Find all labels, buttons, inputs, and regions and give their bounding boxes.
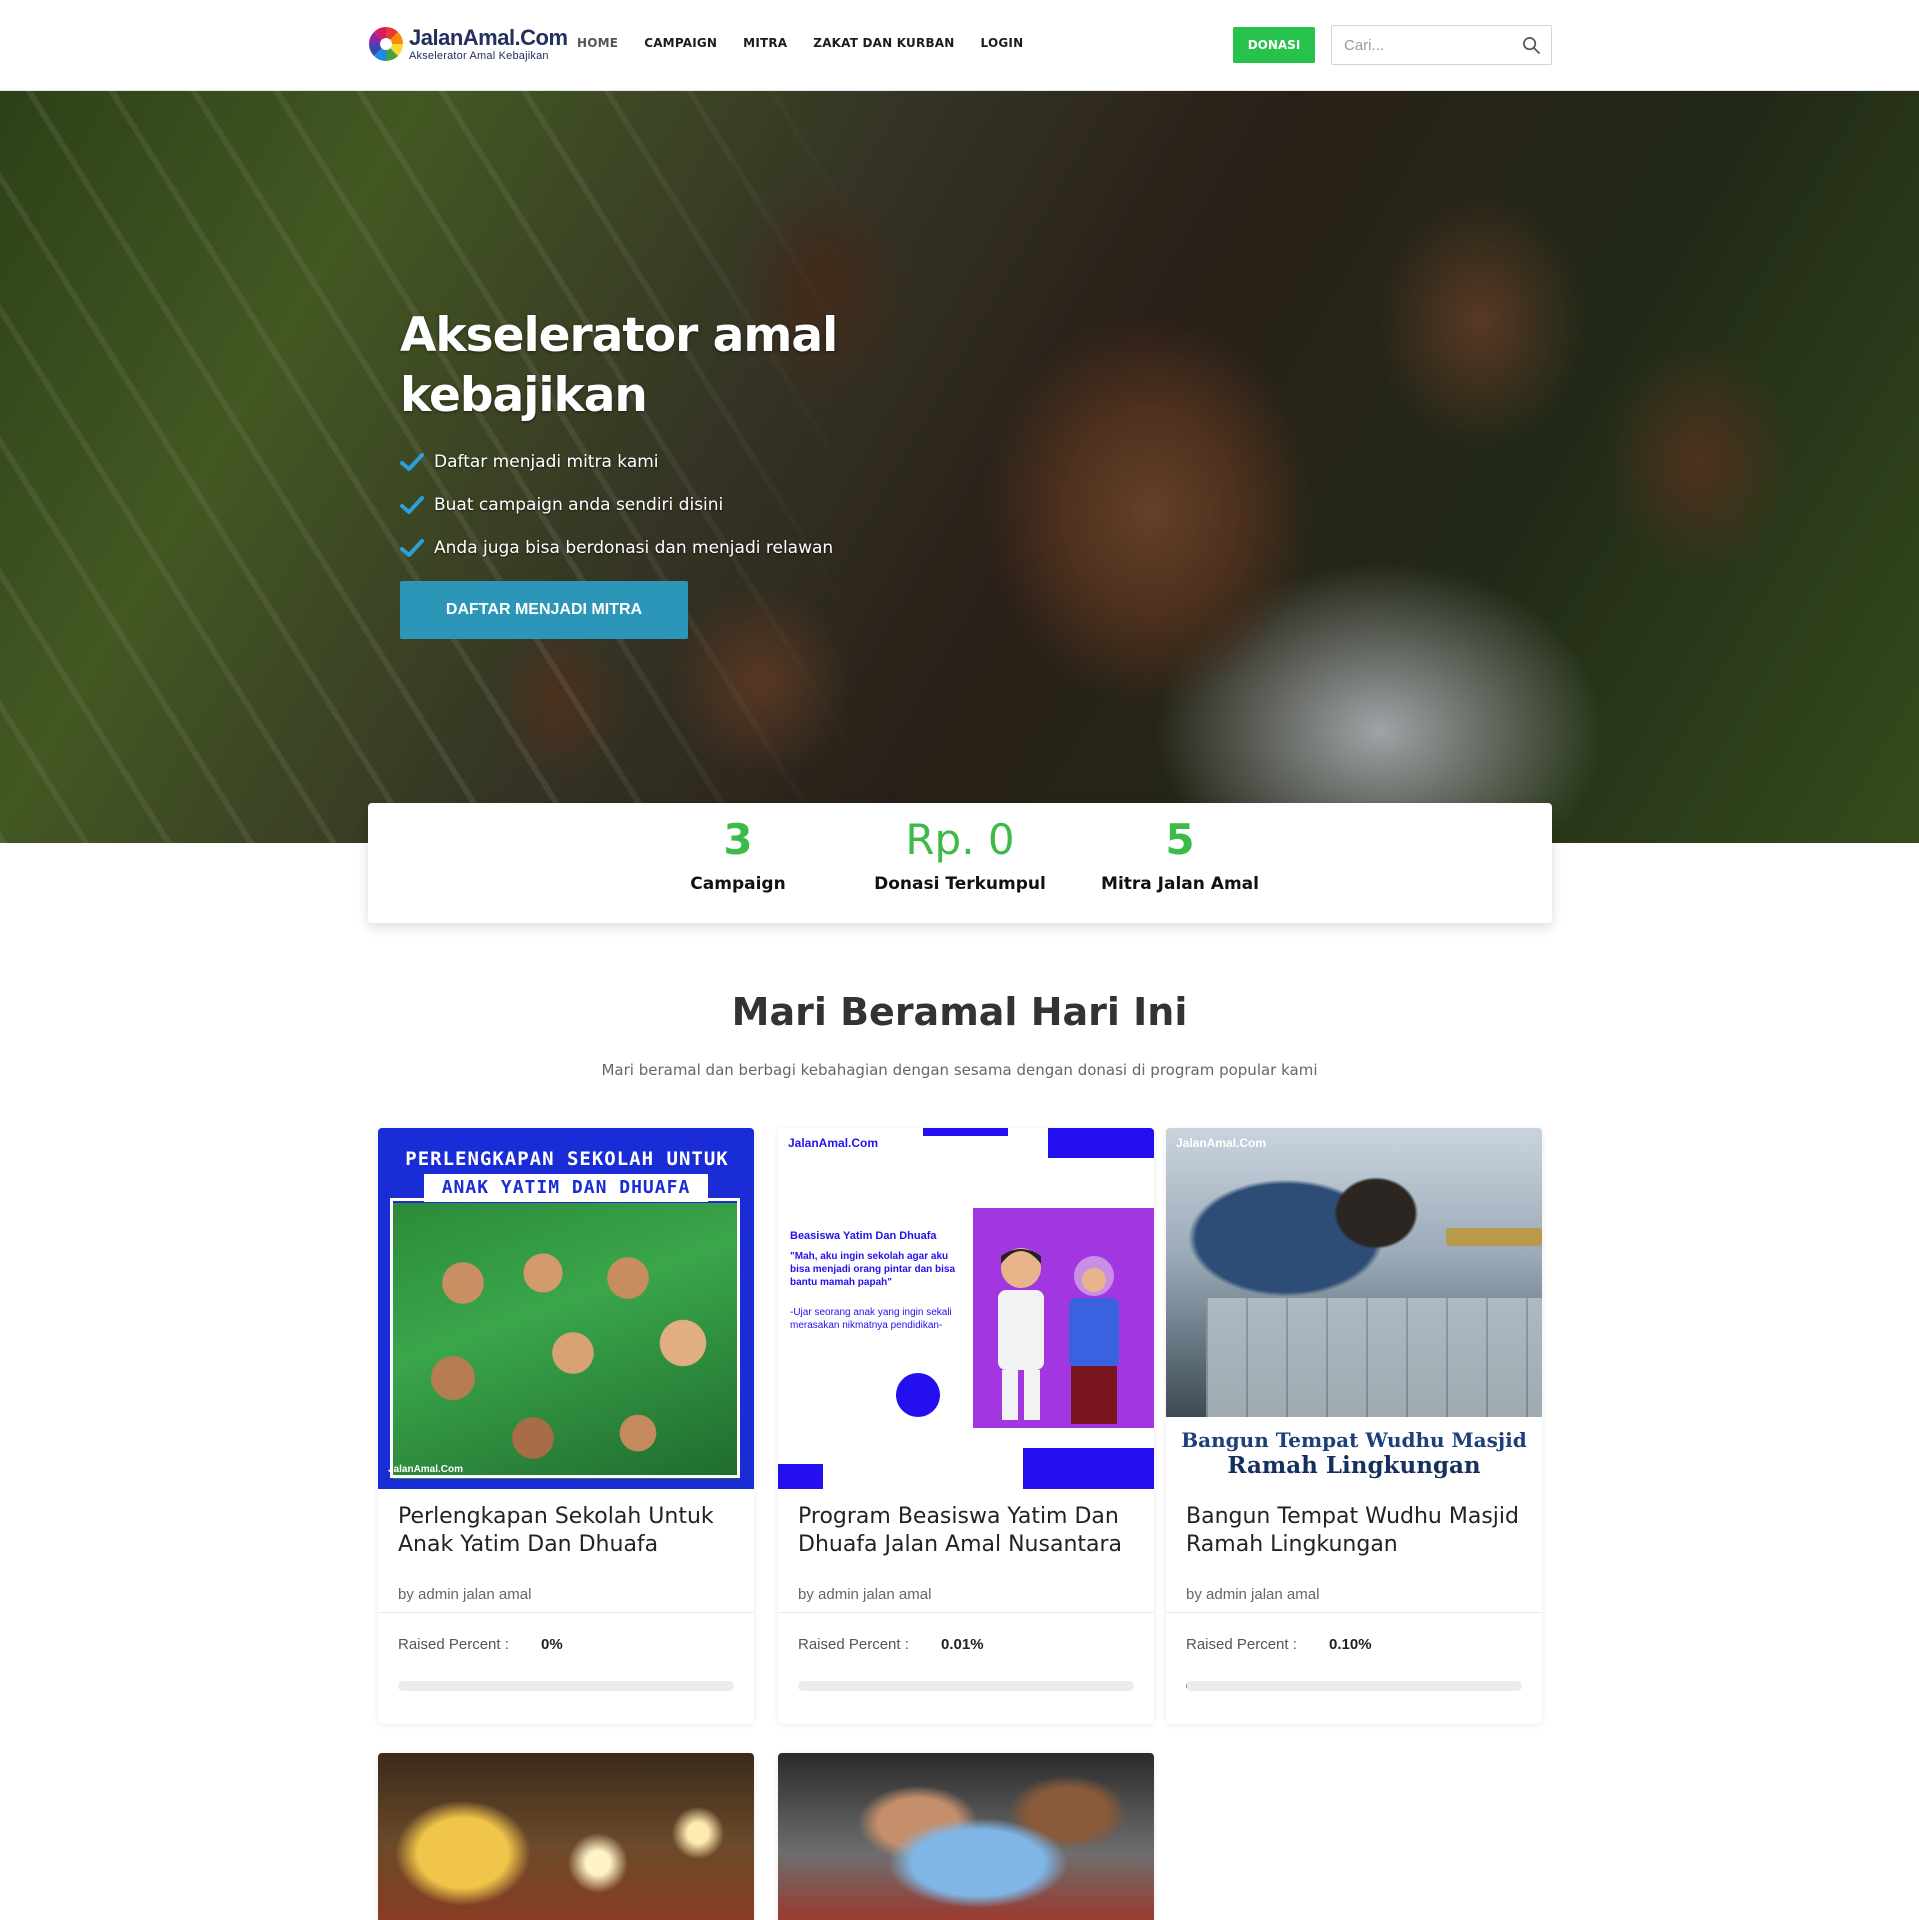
navbar: JalanAmal.Com Akselerator Amal Kebajikan… (0, 0, 1919, 91)
search-box (1331, 25, 1552, 65)
decor-block (1048, 1128, 1154, 1158)
search-icon[interactable] (1522, 36, 1541, 55)
decor-block (1023, 1448, 1154, 1489)
hero-feature-text: Buat campaign anda sendiri disini (434, 494, 724, 515)
campaign-image[interactable]: JalanAmal.Com Beasiswa Yatim Dan Dhuafa … (778, 1128, 1154, 1489)
raised-value: 0.01% (941, 1636, 984, 1653)
money-handover-image[interactable] (778, 1753, 1154, 1920)
raised-label: Raised Percent : (798, 1636, 909, 1653)
campaign-card[interactable]: JalanAmal.Com Bangun Tempat Wudhu Masjid… (1166, 1128, 1542, 1724)
hero-feature-text: Anda juga bisa berdonasi dan menjadi rel… (434, 537, 834, 558)
stat-value: 3 (723, 815, 753, 864)
brand-tagline: Akselerator Amal Kebajikan (409, 49, 549, 62)
stat-donations-collected: Rp. 0 Donasi Terkumpul (850, 815, 1070, 894)
main-nav: HOME CAMPAIGN MITRA ZAKAT DAN KURBAN LOG… (577, 36, 1023, 50)
raised-progress-bar (798, 1681, 1134, 1691)
raised-value: 0.10% (1329, 1636, 1372, 1653)
hero-content: Akselerator amal kebajikan Daftar menjad… (400, 306, 920, 639)
campaign-card[interactable] (378, 1753, 754, 1920)
image-heading: Beasiswa Yatim Dan Dhuafa (790, 1230, 937, 1242)
campaign-card[interactable]: PERLENGKAPAN SEKOLAH UNTUK ANAK YATIM DA… (378, 1128, 754, 1724)
campaign-author: by admin jalan amal (398, 1586, 532, 1603)
mosque-lights-image[interactable] (378, 1753, 754, 1920)
pinwheel-logo-icon (369, 27, 403, 61)
nav-item-home[interactable]: HOME (577, 36, 618, 50)
stat-label: Donasi Terkumpul (874, 874, 1046, 894)
nav-item-campaign[interactable]: CAMPAIGN (644, 36, 717, 50)
decor-block (923, 1128, 1008, 1136)
raised-label: Raised Percent : (398, 1636, 509, 1653)
image-banner-line2: ANAK YATIM DAN DHUAFA (424, 1174, 708, 1202)
section-title: Mari Beramal Hari Ini (731, 990, 1188, 1034)
campaign-author: by admin jalan amal (1186, 1586, 1320, 1603)
nav-item-login[interactable]: LOGIN (981, 36, 1024, 50)
donate-button[interactable]: DONASI (1233, 27, 1315, 63)
campaign-card[interactable] (778, 1753, 1154, 1920)
divider (1166, 1612, 1542, 1613)
image-caption-line1: Bangun Tempat Wudhu Masjid (1181, 1428, 1527, 1452)
stat-value: 5 (1165, 815, 1195, 864)
campaign-image[interactable]: JalanAmal.Com Bangun Tempat Wudhu Masjid… (1166, 1128, 1542, 1489)
image-quote: "Mah, aku ingin sekolah agar aku bisa me… (790, 1251, 956, 1288)
hero-feature-list: Daftar menjadi mitra kami Buat campaign … (400, 440, 920, 569)
register-partner-button[interactable]: DAFTAR MENJADI MITRA (400, 581, 688, 639)
image-caption-line2: Ramah Lingkungan (1227, 1452, 1481, 1479)
stats-card: 3 Campaign Rp. 0 Donasi Terkumpul 5 Mitr… (368, 803, 1552, 923)
decor-circle (896, 1373, 940, 1417)
campaign-title[interactable]: Bangun Tempat Wudhu Masjid Ramah Lingkun… (1186, 1503, 1526, 1559)
nav-item-zakat-dan-kurban[interactable]: ZAKAT DAN KURBAN (813, 36, 954, 50)
raised-value: 0% (541, 1636, 563, 1653)
image-watermark-logo: JalanAmal.Com (788, 1136, 879, 1150)
check-icon (400, 495, 424, 514)
stat-partners: 5 Mitra Jalan Amal (1070, 815, 1290, 894)
campaign-card[interactable]: JalanAmal.Com Beasiswa Yatim Dan Dhuafa … (778, 1128, 1154, 1724)
hero-banner: Akselerator amal kebajikan Daftar menjad… (0, 91, 1919, 843)
hero-feature-item: Anda juga bisa berdonasi dan menjadi rel… (400, 526, 920, 569)
image-footer: -Ujar seorang anak yang ingin sekali mer… (790, 1307, 952, 1331)
section-subtitle: Mari beramal dan berbagi kebahagian deng… (601, 1061, 1318, 1079)
raised-progress-bar (1186, 1681, 1522, 1691)
check-icon (400, 538, 424, 557)
stat-label: Mitra Jalan Amal (1101, 874, 1259, 894)
raised-label: Raised Percent : (1186, 1636, 1297, 1653)
brand-text: JalanAmal.Com Akselerator Amal Kebajikan (409, 24, 568, 62)
hero-feature-item: Buat campaign anda sendiri disini (400, 483, 920, 526)
image-banner-line1: PERLENGKAPAN SEKOLAH UNTUK (405, 1148, 729, 1170)
raised-progress-bar (398, 1681, 734, 1691)
photo-tiles (1206, 1298, 1542, 1417)
search-input[interactable] (1344, 34, 1514, 56)
divider (778, 1612, 1154, 1613)
photo-tap (1446, 1228, 1542, 1246)
decor-block (778, 1464, 823, 1489)
check-icon (400, 452, 424, 471)
hero-feature-text: Daftar menjadi mitra kami (434, 451, 659, 472)
brand-name: JalanAmal.Com (409, 24, 568, 50)
image-frame (390, 1198, 740, 1478)
nav-item-mitra[interactable]: MITRA (743, 36, 787, 50)
stat-label: Campaign (690, 874, 786, 894)
student-girl-illustration (1069, 1256, 1119, 1424)
campaign-image[interactable]: PERLENGKAPAN SEKOLAH UNTUK ANAK YATIM DA… (378, 1128, 754, 1489)
student-boy-illustration (998, 1248, 1044, 1420)
campaign-title[interactable]: Perlengkapan Sekolah Untuk Anak Yatim Da… (398, 1503, 738, 1559)
stat-value: Rp. 0 (905, 815, 1015, 864)
stat-campaign: 3 Campaign (628, 815, 848, 894)
brand-logo[interactable]: JalanAmal.Com Akselerator Amal Kebajikan (367, 24, 568, 64)
image-watermark-logo: JalanAmal.Com (388, 1464, 464, 1475)
campaign-author: by admin jalan amal (798, 1586, 932, 1603)
campaign-title[interactable]: Program Beasiswa Yatim Dan Dhuafa Jalan … (798, 1503, 1138, 1559)
image-watermark-logo: JalanAmal.Com (1176, 1136, 1267, 1150)
hero-feature-item: Daftar menjadi mitra kami (400, 440, 920, 483)
hero-title: Akselerator amal kebajikan (400, 308, 838, 423)
divider (378, 1612, 754, 1613)
